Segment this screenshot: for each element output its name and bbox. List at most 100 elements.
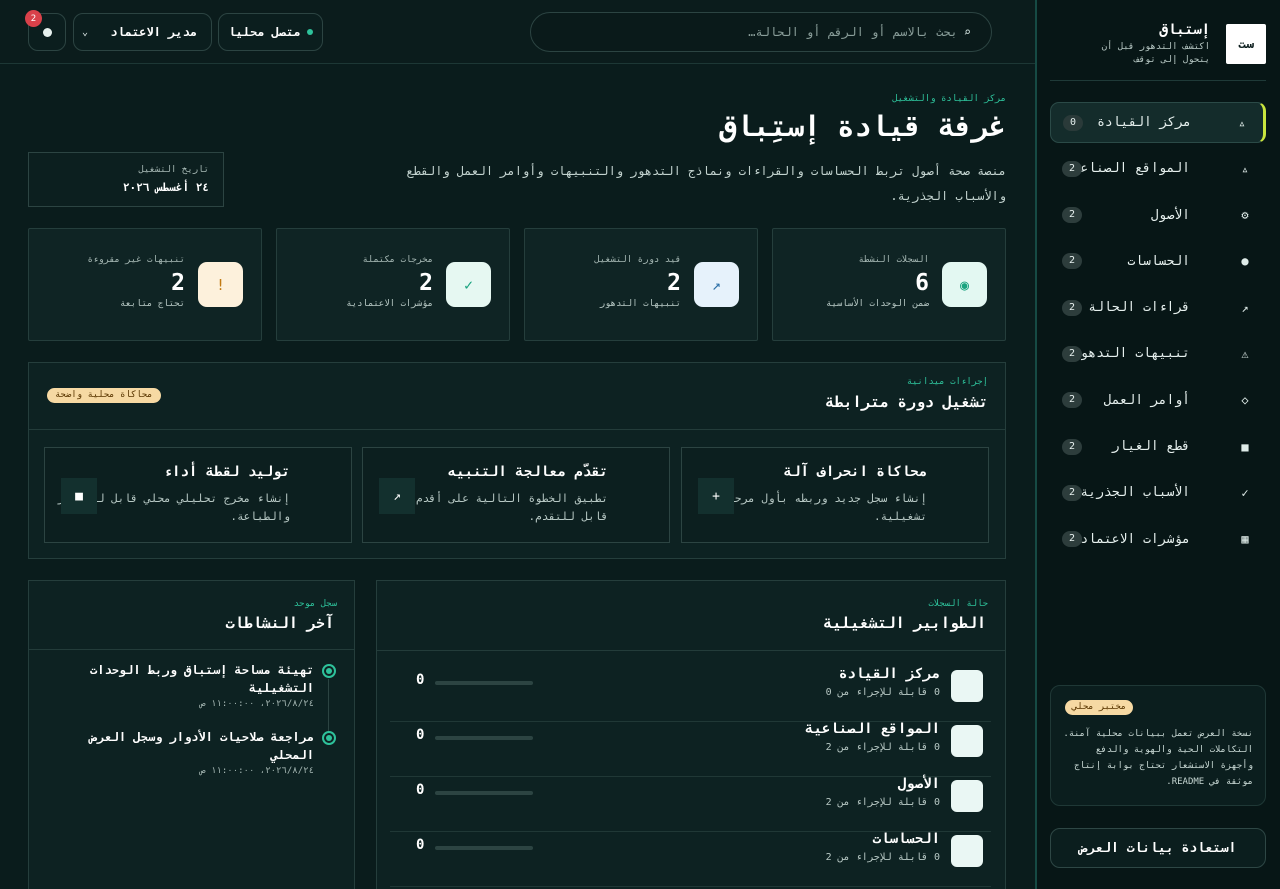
stat-icon: ◉: [942, 262, 987, 307]
nav-item-icon: ■: [1241, 439, 1249, 454]
sidebar-item[interactable]: ⚙ الأصول 2: [1050, 195, 1266, 236]
queue-row[interactable]: المواقع الصناعية 0 قابلة للإجراء من 2 0: [390, 721, 991, 777]
operation-date-value: ٢٤ أغسطس ٢٠٢٦: [122, 181, 209, 194]
stat-subtitle: مؤشرات الاعتمادية: [346, 299, 433, 309]
activity-text: تهيئة مساحة إستباق وربط الوحدات التشغيلي…: [90, 663, 314, 695]
sidebar-item-count-badge: 2: [1062, 299, 1083, 316]
nav-item-icon: ▵: [1238, 115, 1246, 130]
app-root: ست إستباق اكتشف التدهور قبل أن يتحول إلى…: [0, 0, 1280, 889]
queues-eyebrow: حالة السجلات: [928, 599, 988, 609]
nav-item-icon: ◇: [1241, 393, 1249, 408]
queue-value: 0: [416, 837, 425, 853]
brand-name: إستباق: [1159, 22, 1210, 38]
panel-divider: [377, 650, 1005, 651]
queue-row[interactable]: الأصول 0 قابلة للإجراء من 2 0: [390, 776, 991, 832]
action-icon[interactable]: ↗: [379, 478, 415, 514]
brand: ست إستباق اكتشف التدهور قبل أن يتحول إلى…: [1050, 22, 1266, 80]
timeline-dot-icon: [322, 731, 336, 745]
page-title: غرفة قيادة إستِباق: [719, 110, 1006, 143]
nav-item-icon: ⚙: [1241, 208, 1249, 223]
sidebar: ست إستباق اكتشف التدهور قبل أن يتحول إلى…: [1035, 0, 1280, 889]
action-icon[interactable]: +: [698, 478, 734, 514]
stat-value: 2: [171, 270, 185, 296]
nav-item-icon: ▦: [1241, 532, 1249, 547]
sidebar-item-count-badge: 2: [1062, 484, 1083, 501]
queue-subtitle: 0 قابلة للإجراء من 2: [825, 852, 940, 863]
notification-count-badge: 2: [25, 10, 42, 27]
activity-timestamp: ٢٠٢٦/٨/٢٤، ١١:٠٠:٠٠ ص: [200, 766, 314, 776]
action-card[interactable]: تقدّم معالجة التنبيه تطبيق الخطوة التالية…: [362, 447, 670, 543]
stat-subtitle: ضمن الوحدات الأساسية: [826, 299, 929, 309]
stats-row: ◉ السجلات النشطة 6 ضمن الوحدات الأساسية ↗ قيد…: [28, 228, 1006, 341]
stat-card: ◉ السجلات النشطة 6 ضمن الوحدات الأساسية: [772, 228, 1006, 341]
sidebar-item[interactable]: ■ قطع الغيار 2: [1050, 426, 1266, 467]
sidebar-item[interactable]: ✓ الأسباب الجذرية 2: [1050, 472, 1266, 513]
sidebar-item-count-badge: 2: [1062, 345, 1083, 362]
sidebar-divider: [1050, 80, 1266, 81]
field-actions-panel: إجراءات ميدانية تشغيل دورة مترابطة محاكا…: [28, 362, 1006, 559]
activity-timestamp: ٢٠٢٦/٨/٢٤، ١١:٠٠:٠٠ ص: [200, 699, 314, 709]
sidebar-item[interactable]: ▵ المواقع الصناعية 2: [1050, 148, 1266, 189]
queue-name: الحساسات: [872, 831, 940, 847]
action-title: محاكاة انحراف آلة: [783, 464, 927, 480]
activity-title: آخر النشاطات: [225, 614, 334, 632]
queue-value: 0: [416, 782, 425, 798]
sidebar-nav: ▵ مركز القيادة 0 ▵ المواقع الصناعية 2 ⚙ الأصول 2…: [1050, 102, 1266, 565]
page-description: منصة صحة أصول تربط الحساسات والقراءات ون…: [406, 164, 1006, 203]
sidebar-item[interactable]: ▦ مؤشرات الاعتمادية 2: [1050, 519, 1266, 560]
restore-demo-data-button[interactable]: استعادة بيانات العرض: [1050, 828, 1266, 868]
action-title: توليد لقطة أداء: [163, 464, 290, 480]
sidebar-item[interactable]: ↗ قراءات الحالة 2: [1050, 287, 1266, 328]
search-icon: ⌕: [963, 25, 971, 39]
stat-value: 6: [915, 270, 929, 296]
sidebar-item[interactable]: ▵ مركز القيادة 0: [1050, 102, 1266, 143]
sidebar-item-count-badge: 2: [1062, 160, 1083, 177]
notifications-button[interactable]: 2: [25, 10, 66, 51]
hero-eyebrow: مركز القيادة والتشغيل: [892, 94, 1006, 104]
queue-value: 0: [416, 672, 425, 688]
queue-name: المواقع الصناعية: [805, 721, 940, 737]
stat-label: قيد دورة التشغيل: [594, 255, 681, 265]
local-lab-text: نسخة العرض تعمل ببيانات محلية آمنة. التك…: [1063, 729, 1253, 787]
stat-icon: ✓: [446, 262, 491, 307]
sidebar-item[interactable]: ● الحساسات 2: [1050, 241, 1266, 282]
sidebar-item-count-badge: 0: [1063, 114, 1084, 131]
local-lab-card: مختبر محلي نسخة العرض تعمل ببيانات محلية…: [1050, 685, 1266, 806]
panel-divider: [29, 429, 1005, 430]
stat-card: ↗ قيد دورة التشغيل 2 تنبيهات التدهور: [524, 228, 758, 341]
sidebar-item[interactable]: ⚠ تنبيهات التدهور 2: [1050, 333, 1266, 374]
timeline-dot-inner: [326, 735, 332, 741]
brand-logo: ست: [1226, 24, 1266, 64]
stat-card: ! تنبيهات غير مقروءة 2 تحتاج متابعة: [28, 228, 262, 341]
recent-activity-panel: سجل موحد آخر النشاطات تهيئة مساحة إستباق…: [28, 580, 355, 889]
simulation-tag: محاكاة محلية واضحة: [47, 388, 161, 403]
timeline-dot-inner: [326, 668, 332, 674]
action-icon[interactable]: ■: [61, 478, 97, 514]
main-content: مركز القيادة والتشغيل غرفة قيادة إستِباق…: [0, 65, 1035, 889]
queue-row[interactable]: الحساسات 0 قابلة للإجراء من 2 0: [390, 831, 991, 887]
queue-icon: [951, 835, 983, 867]
connection-status-button[interactable]: متصل محليا: [218, 13, 323, 51]
queue-progress-bar: [435, 791, 533, 795]
stat-card: ✓ مخرجات مكتملة 2 مؤشرات الاعتمادية: [276, 228, 510, 341]
stat-label: مخرجات مكتملة: [362, 255, 433, 265]
queue-progress-bar: [435, 681, 533, 685]
queue-progress-bar: [435, 736, 533, 740]
action-title: تقدّم معالجة التنبيه: [447, 464, 608, 480]
stat-value: 2: [419, 270, 433, 296]
stat-value: 2: [667, 270, 681, 296]
role-select[interactable]: مدير الاعتماد ⌄: [73, 13, 212, 51]
action-card[interactable]: توليد لقطة أداء إنشاء مخرج تحليلي محلي قا…: [44, 447, 352, 543]
nav-item-icon: ↗: [1241, 300, 1249, 315]
operation-date-card: تاريخ التشغيل ٢٤ أغسطس ٢٠٢٦: [28, 152, 224, 207]
queue-progress-bar: [435, 846, 533, 850]
queue-row[interactable]: مركز القيادة 0 قابلة للإجراء من 0 0: [390, 666, 991, 722]
queue-icon: [951, 780, 983, 812]
role-select-value: مدير الاعتماد: [110, 25, 197, 39]
sidebar-item-count-badge: 2: [1062, 438, 1083, 455]
action-card[interactable]: محاكاة انحراف آلة إنشاء سجل جديد وربطه بأ…: [681, 447, 989, 543]
stat-icon: !: [198, 262, 243, 307]
nav-item-icon: ●: [1241, 254, 1249, 269]
search-input[interactable]: ⌕ بحث بالاسم أو الرقم أو الحالة…: [530, 12, 992, 52]
sidebar-item[interactable]: ◇ أوامر العمل 2: [1050, 380, 1266, 421]
